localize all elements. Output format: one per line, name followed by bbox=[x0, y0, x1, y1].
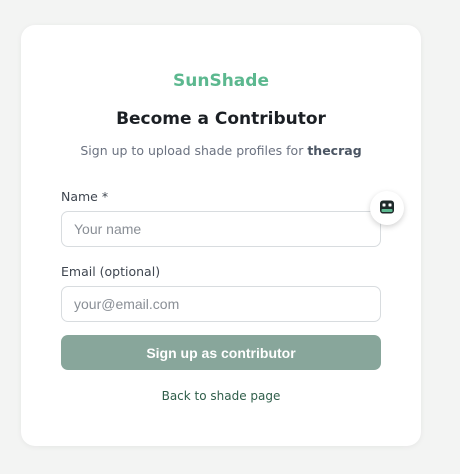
name-input[interactable] bbox=[61, 211, 381, 247]
name-label: Name * bbox=[61, 189, 109, 204]
page-subtitle: Sign up to upload shade profiles for the… bbox=[21, 143, 421, 158]
subtitle-site-name: thecrag bbox=[307, 143, 362, 158]
email-label: Email (optional) bbox=[61, 264, 161, 279]
email-input[interactable] bbox=[61, 286, 381, 322]
assistant-bot-icon bbox=[380, 200, 394, 214]
back-to-shade-page-link[interactable]: Back to shade page bbox=[21, 389, 421, 403]
page-title: Become a Contributor bbox=[116, 109, 326, 129]
signup-button[interactable]: Sign up as contributor bbox=[61, 335, 381, 370]
assistant-widget-button[interactable] bbox=[370, 191, 404, 225]
signup-card: SunShade Become a Contributor Sign up to… bbox=[21, 25, 421, 446]
subtitle-text: Sign up to upload shade profiles for bbox=[80, 143, 308, 158]
brand-logo-text: SunShade bbox=[173, 71, 269, 91]
